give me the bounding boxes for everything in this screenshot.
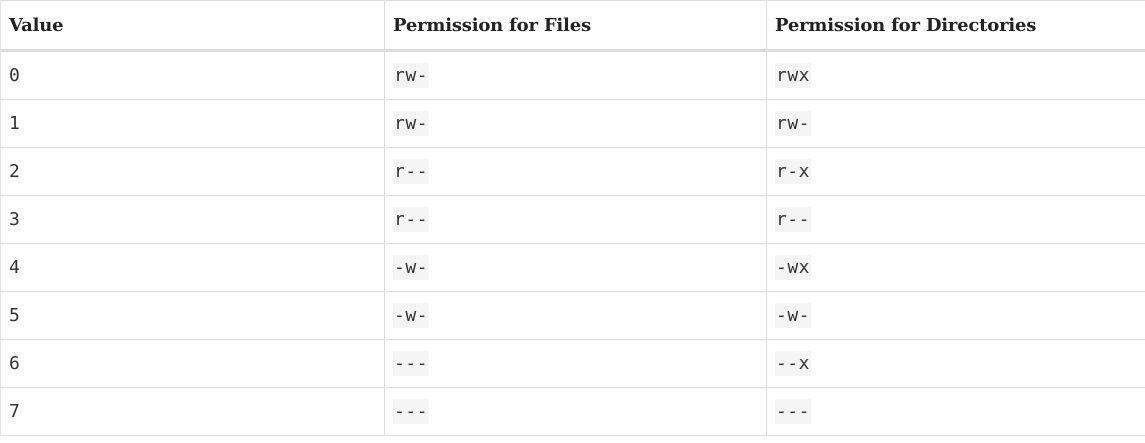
cell-file-permission: -w- [384,291,767,340]
file-permission-code: --- [393,351,430,376]
cell-directory-permission: -w- [766,291,1145,340]
directory-permission-code: rw- [775,111,812,136]
file-permission-code: r-- [393,207,430,232]
cell-file-permission: rw- [384,50,767,100]
cell-directory-permission: -wx [766,243,1145,292]
cell-value: 3 [0,195,385,244]
cell-directory-permission: r-x [766,147,1145,196]
cell-directory-permission: r-- [766,195,1145,244]
cell-file-permission: --- [384,339,767,388]
header-permission-directories: Permission for Directories [766,0,1145,52]
table-header: Value Permission for Files Permission fo… [0,0,1145,52]
cell-file-permission: --- [384,387,767,436]
permissions-table: Value Permission for Files Permission fo… [0,0,1145,436]
header-row: Value Permission for Files Permission fo… [0,0,1145,52]
cell-value: 6 [0,339,385,388]
header-permission-files: Permission for Files [384,0,767,52]
cell-value: 7 [0,387,385,436]
cell-file-permission: -w- [384,243,767,292]
file-permission-code: --- [393,399,430,424]
cell-value: 0 [0,50,385,100]
directory-permission-code: -wx [775,255,812,280]
table-row: 4 -w- -wx [0,243,1145,292]
directory-permission-code: rwx [775,63,812,88]
cell-directory-permission: rw- [766,99,1145,148]
cell-value: 5 [0,291,385,340]
cell-value: 1 [0,99,385,148]
table-row: 3 r-- r-- [0,195,1145,244]
directory-permission-code: --- [775,399,812,424]
header-value: Value [0,0,385,52]
file-permission-code: rw- [393,63,430,88]
cell-directory-permission: --- [766,387,1145,436]
table-row: 2 r-- r-x [0,147,1145,196]
table-body: 0 rw- rwx 1 rw- rw- 2 r-- r-x 3 r-- r-- … [0,50,1145,436]
cell-directory-permission: rwx [766,50,1145,100]
file-permission-code: r-- [393,159,430,184]
directory-permission-code: --x [775,351,812,376]
cell-directory-permission: --x [766,339,1145,388]
table-row: 0 rw- rwx [0,50,1145,100]
directory-permission-code: r-x [775,159,812,184]
directory-permission-code: -w- [775,303,812,328]
file-permission-code: -w- [393,255,430,280]
table-row: 7 --- --- [0,387,1145,436]
file-permission-code: -w- [393,303,430,328]
cell-file-permission: r-- [384,147,767,196]
file-permission-code: rw- [393,111,430,136]
table-row: 1 rw- rw- [0,99,1145,148]
directory-permission-code: r-- [775,207,812,232]
cell-value: 4 [0,243,385,292]
table-row: 5 -w- -w- [0,291,1145,340]
cell-value: 2 [0,147,385,196]
table-row: 6 --- --x [0,339,1145,388]
cell-file-permission: rw- [384,99,767,148]
cell-file-permission: r-- [384,195,767,244]
